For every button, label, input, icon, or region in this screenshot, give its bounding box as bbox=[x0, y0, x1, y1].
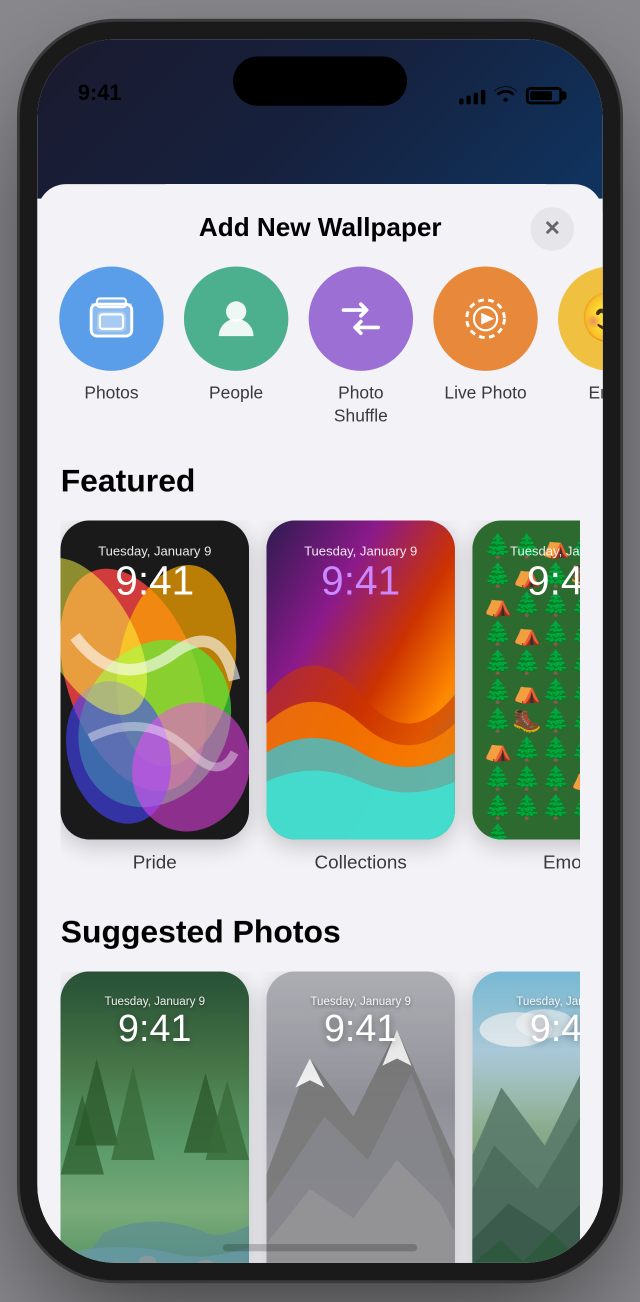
wallpaper-type-photos[interactable]: Photos bbox=[60, 267, 162, 428]
photo-shuffle-icon bbox=[308, 267, 412, 371]
signal-bar-3 bbox=[474, 92, 478, 104]
nature3-time: 9:41 bbox=[530, 1007, 580, 1052]
emoji-type-icon: 😊 bbox=[558, 267, 603, 371]
status-icons bbox=[459, 84, 562, 106]
featured-card-pride[interactable]: Tuesday, January 9 9:41 Pride bbox=[60, 521, 249, 873]
featured-title: Featured bbox=[60, 463, 579, 501]
pride-background: Tuesday, January 9 9:41 bbox=[60, 521, 249, 840]
emoji-label: Emoji bbox=[588, 383, 603, 406]
emoji-date: Tuesday, January 9 bbox=[510, 544, 580, 559]
suggested-scroll[interactable]: Tuesday, January 9 9:41 bbox=[60, 972, 579, 1263]
collections-date: Tuesday, January 9 bbox=[304, 544, 417, 559]
wallpaper-type-photo-shuffle[interactable]: Photo Shuffle bbox=[310, 267, 412, 428]
emoji-preview: 🌲🌲⛺🌲🌲🌲⛺🌲🥾🌲⛺🌲🌲🌲🌲🌲⛺🌲🌲🌲🌲🌲🌲🌲🥾🌲⛺🌲🌲🌲🌲🥾🌲🌲🌲⛺🌲🌲🌲🌲… bbox=[472, 521, 579, 840]
suggested-title: Suggested Photos bbox=[60, 914, 579, 952]
photo-shuffle-label: Photo Shuffle bbox=[334, 383, 388, 428]
nature2-time: 9:41 bbox=[324, 1007, 397, 1052]
wallpaper-type-people[interactable]: People bbox=[185, 267, 287, 428]
add-wallpaper-sheet: Add New Wallpaper ✕ Photos bbox=[37, 184, 603, 1263]
nature3-preview: Tuesday, January 9 9:41 bbox=[472, 972, 579, 1263]
battery-fill bbox=[530, 91, 552, 100]
collections-preview: Tuesday, January 9 9:41 bbox=[266, 521, 455, 840]
signal-bars-icon bbox=[459, 86, 485, 103]
phone-frame: 9:41 Add New Wallpa bbox=[37, 39, 603, 1263]
featured-card-collections[interactable]: Tuesday, January 9 9:41 Collections bbox=[266, 521, 455, 873]
suggested-card-2[interactable]: Tuesday, January 9 9:41 bbox=[266, 972, 455, 1263]
emoji-wall-label: Emoji bbox=[543, 851, 580, 873]
people-label: People bbox=[209, 383, 263, 406]
signal-bar-1 bbox=[459, 98, 463, 104]
signal-bar-4 bbox=[481, 89, 485, 104]
featured-section: Featured bbox=[37, 463, 603, 879]
sheet-header: Add New Wallpaper ✕ bbox=[37, 213, 603, 267]
nature1-preview: Tuesday, January 9 9:41 bbox=[60, 972, 249, 1263]
pride-date: Tuesday, January 9 bbox=[98, 544, 211, 559]
live-photo-label: Live Photo bbox=[444, 383, 526, 406]
emoji-background: 🌲🌲⛺🌲🌲🌲⛺🌲🥾🌲⛺🌲🌲🌲🌲🌲⛺🌲🌲🌲🌲🌲🌲🌲🥾🌲⛺🌲🌲🌲🌲🥾🌲🌲🌲⛺🌲🌲🌲🌲… bbox=[472, 521, 579, 840]
collections-label: Collections bbox=[314, 851, 406, 873]
wallpaper-types-row: Photos People Photo Sh bbox=[37, 267, 603, 463]
suggested-card-3[interactable]: Tuesday, January 9 9:41 bbox=[472, 972, 579, 1263]
dynamic-island bbox=[233, 56, 407, 105]
suggested-card-1[interactable]: Tuesday, January 9 9:41 bbox=[60, 972, 249, 1263]
nature1-time: 9:41 bbox=[118, 1007, 191, 1052]
wallpaper-type-live-photo[interactable]: Live Photo bbox=[435, 267, 537, 428]
suggested-section: Suggested Photos bbox=[37, 914, 603, 1263]
pride-time: 9:41 bbox=[115, 558, 194, 604]
wallpaper-type-emoji[interactable]: 😊 Emoji bbox=[559, 267, 603, 428]
sheet-title: Add New Wallpaper bbox=[199, 213, 442, 243]
featured-card-emoji[interactable]: 🌲🌲⛺🌲🌲🌲⛺🌲🥾🌲⛺🌲🌲🌲🌲🌲⛺🌲🌲🌲🌲🌲🌲🌲🥾🌲⛺🌲🌲🌲🌲🥾🌲🌲🌲⛺🌲🌲🌲🌲… bbox=[472, 521, 579, 873]
nature2-preview: Tuesday, January 9 9:41 bbox=[266, 972, 455, 1263]
pride-preview: Tuesday, January 9 9:41 bbox=[60, 521, 249, 840]
nature3-background: Tuesday, January 9 9:41 bbox=[472, 972, 579, 1263]
featured-scroll[interactable]: Tuesday, January 9 9:41 Pride bbox=[60, 521, 579, 879]
collections-background: Tuesday, January 9 9:41 bbox=[266, 521, 455, 840]
nature1-background: Tuesday, January 9 9:41 bbox=[60, 972, 249, 1263]
close-icon: ✕ bbox=[543, 216, 560, 241]
wifi-icon bbox=[494, 84, 517, 106]
close-button[interactable]: ✕ bbox=[530, 207, 574, 251]
pride-label: Pride bbox=[133, 851, 177, 873]
battery-icon bbox=[526, 86, 562, 103]
photos-icon bbox=[59, 267, 163, 371]
emoji-time-display: 9:41 bbox=[527, 558, 580, 604]
people-icon bbox=[184, 267, 288, 371]
nature2-background: Tuesday, January 9 9:41 bbox=[266, 972, 455, 1263]
status-time: 9:41 bbox=[78, 81, 122, 106]
live-photo-icon bbox=[433, 267, 537, 371]
photos-label: Photos bbox=[84, 383, 138, 406]
collections-time: 9:41 bbox=[321, 558, 400, 604]
signal-bar-2 bbox=[466, 95, 470, 104]
